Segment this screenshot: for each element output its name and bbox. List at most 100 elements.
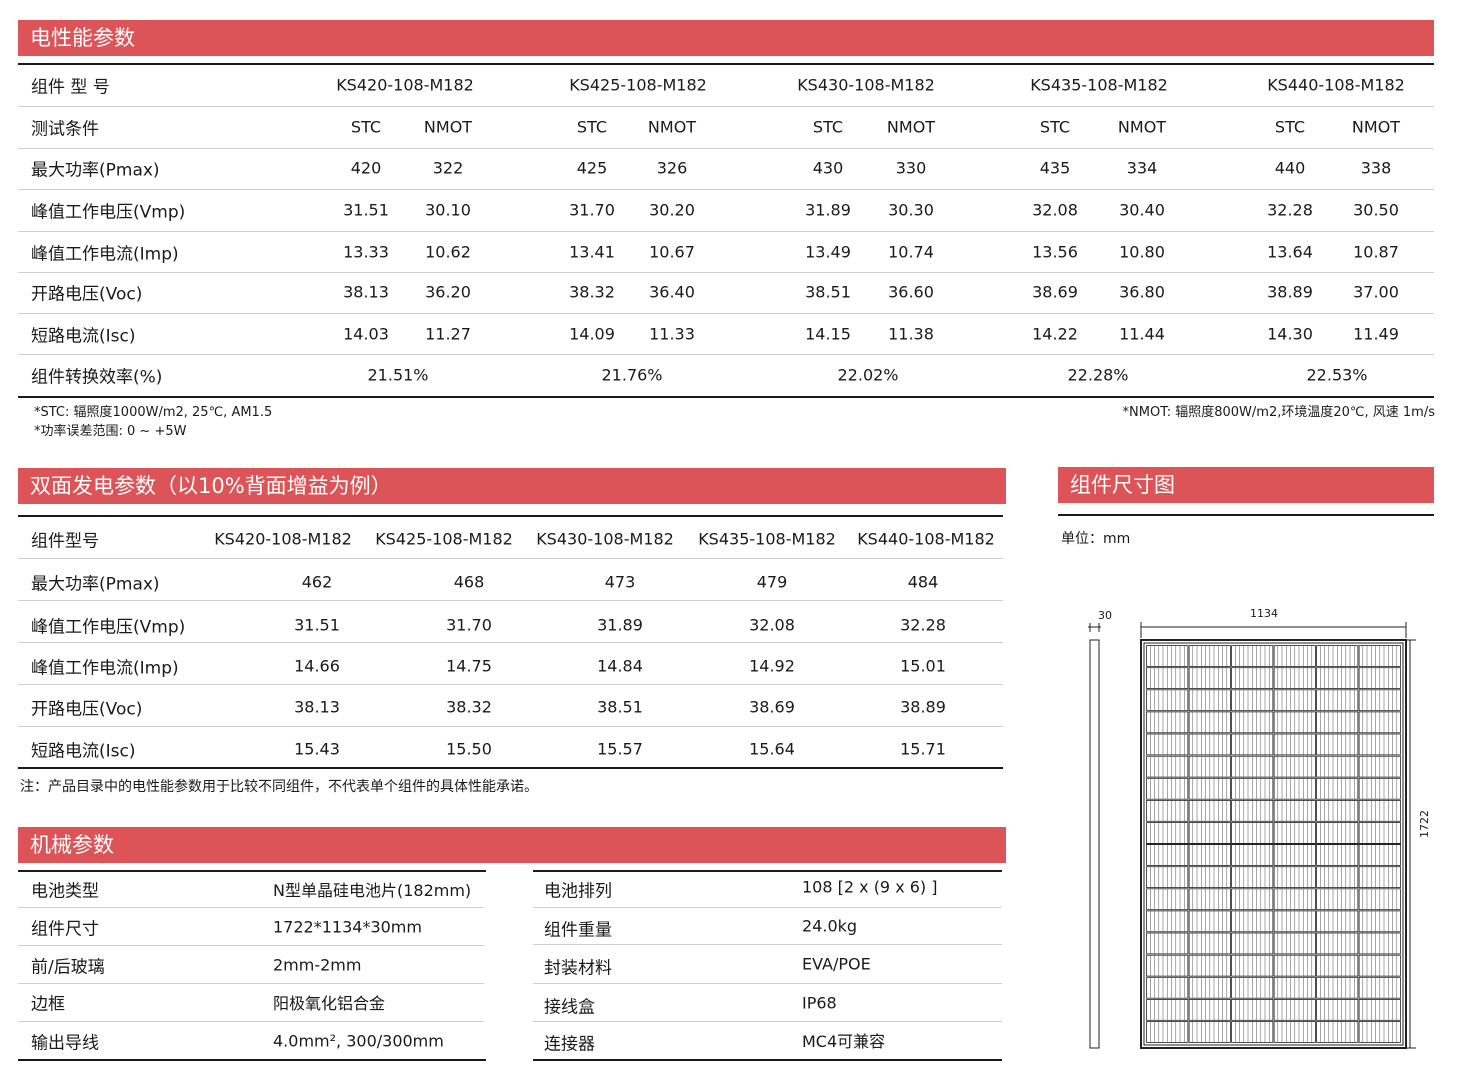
table-cell: 38.32 [569, 282, 615, 302]
mech-label: 前/后玻璃 [31, 957, 105, 978]
stc-label: STC [350, 117, 382, 137]
table-cell: 32.28 [1267, 200, 1313, 220]
table-cell: 15.71 [900, 739, 946, 759]
row-divider [18, 189, 1434, 190]
stc-label: STC [576, 117, 608, 137]
table-cell: 11.27 [425, 324, 471, 344]
mech-value: 阳极氧化铝合金 [273, 994, 386, 1013]
mechanical-section-title: 机械参数 [18, 827, 1006, 863]
table-cell: 14.84 [597, 656, 643, 676]
efficiency-value: 22.02% [837, 365, 899, 385]
bifacial-section-title: 双面发电参数（以10%背面增益为例） [18, 468, 1006, 504]
row-divider [18, 272, 1434, 273]
table-cell: 36.80 [1119, 282, 1165, 302]
bifacial-note: 注：产品目录中的电性能参数用于比较不同组件，不代表单个组件的具体性能承诺。 [20, 779, 538, 795]
table-cell: 14.15 [805, 324, 851, 344]
table-cell: 15.50 [446, 739, 492, 759]
mech-label: 电池排列 [544, 881, 612, 902]
mech-label: 组件重量 [544, 920, 612, 941]
mech-left-bottom-rule [18, 1059, 486, 1061]
table-cell: 38.13 [343, 282, 389, 302]
table-cell: 31.70 [569, 200, 615, 220]
table-cell: 31.70 [446, 615, 492, 635]
bifacial-top-rule [18, 515, 1003, 517]
table-cell: 14.75 [446, 656, 492, 676]
row-divider [18, 983, 484, 984]
table-cell: 338 [1360, 158, 1392, 178]
mech-right-bottom-rule [533, 1059, 1002, 1061]
nmot-label: NMOT [647, 117, 697, 137]
table-cell: 468 [453, 572, 485, 592]
mech-left-top-rule [18, 870, 486, 872]
row-label: 开路电压(Voc) [31, 699, 143, 720]
efficiency-label: 组件转换效率(%) [31, 367, 163, 388]
row-divider [18, 907, 484, 908]
table-cell: 36.40 [649, 282, 695, 302]
stc-label: STC [1039, 117, 1071, 137]
table-cell: 14.09 [569, 324, 615, 344]
row-label: 峰值工作电流(Imp) [31, 244, 179, 265]
side-view-frame [1089, 639, 1100, 1049]
table-cell: 30.20 [649, 200, 695, 220]
module-dimension-drawing [1088, 622, 1416, 1049]
table-cell: 32.08 [1032, 200, 1078, 220]
row-divider [533, 944, 1002, 945]
mech-label: 电池类型 [31, 881, 99, 902]
table-cell: 484 [907, 572, 939, 592]
table-cell: 31.51 [343, 200, 389, 220]
model-name: KS440-108-M182 [857, 529, 995, 549]
mech-value: 24.0kg [802, 916, 858, 936]
mech-value: MC4可兼容 [802, 1032, 886, 1051]
row-label: 开路电压(Voc) [31, 284, 143, 305]
table-cell: 14.92 [749, 656, 795, 676]
model-name: KS435-108-M182 [1030, 75, 1168, 95]
table-cell: 15.01 [900, 656, 946, 676]
table-cell: 330 [895, 158, 927, 178]
table-cell: 11.44 [1119, 324, 1165, 344]
table-cell: 30.40 [1119, 200, 1165, 220]
stc-note: *STC: 辐照度1000W/m2, 25℃, AM1.5 [34, 405, 273, 420]
table-cell: 10.62 [425, 242, 471, 262]
row-divider [18, 148, 1434, 149]
table-cell: 15.64 [749, 739, 795, 759]
mech-value: 108 [2 x (9 x 6) ] [802, 877, 938, 897]
row-divider [533, 907, 1002, 908]
model-name: KS420-108-M182 [336, 75, 474, 95]
table-cell: 32.28 [900, 615, 946, 635]
mech-right-top-rule [533, 870, 1002, 872]
dimensions-rule [1058, 514, 1434, 516]
table-cell: 30.50 [1353, 200, 1399, 220]
row-label: 峰值工作电压(Vmp) [31, 202, 186, 223]
table-cell: 322 [432, 158, 464, 178]
table-cell: 462 [301, 572, 333, 592]
table-cell: 326 [656, 158, 688, 178]
mech-label: 组件尺寸 [31, 919, 99, 940]
table-cell: 36.60 [888, 282, 934, 302]
row-divider [18, 684, 1003, 685]
row-divider [18, 600, 1003, 601]
row-divider [18, 1021, 484, 1022]
model-name: KS425-108-M182 [569, 75, 707, 95]
table-cell: 440 [1274, 158, 1306, 178]
table-cell: 38.51 [805, 282, 851, 302]
table-cell: 13.49 [805, 242, 851, 262]
row-divider [533, 983, 1002, 984]
row-label: 峰值工作电压(Vmp) [31, 617, 186, 638]
mech-label: 边框 [31, 994, 65, 1015]
table-cell: 11.49 [1353, 324, 1399, 344]
table-cell: 10.80 [1119, 242, 1165, 262]
table-cell: 38.89 [1267, 282, 1313, 302]
row-divider [18, 558, 1003, 559]
table-cell: 15.57 [597, 739, 643, 759]
table-cell: 11.38 [888, 324, 934, 344]
table-cell: 473 [604, 572, 636, 592]
table-cell: 435 [1039, 158, 1071, 178]
row-divider [18, 106, 1434, 107]
table-cell: 38.32 [446, 697, 492, 717]
efficiency-value: 21.51% [367, 365, 429, 385]
row-label: 短路电流(Isc) [31, 741, 136, 762]
row-label: 峰值工作电流(Imp) [31, 658, 179, 679]
table-cell: 30.30 [888, 200, 934, 220]
mech-label: 封装材料 [544, 958, 612, 979]
row-divider [18, 726, 1003, 727]
